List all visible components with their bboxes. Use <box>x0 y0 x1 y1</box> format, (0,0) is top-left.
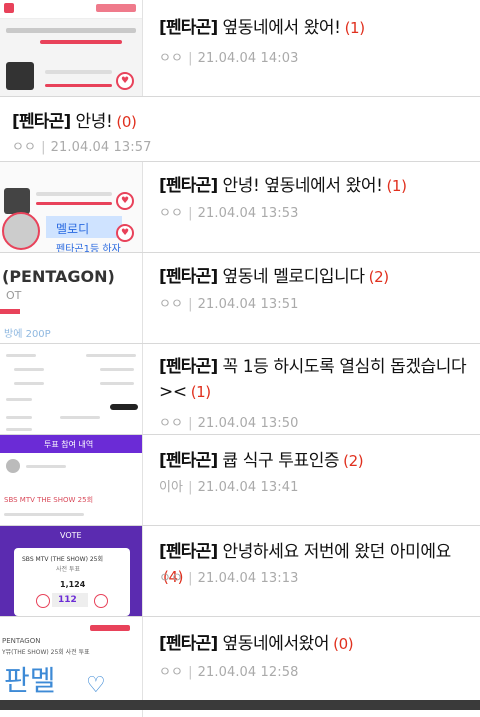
comment-count: (2) <box>368 268 389 286</box>
post-list: ♥ [펜타곤] 옆동네에서 왔어! (1) ㅇㅇ | 21.04.04 14:03 [… <box>0 0 480 717</box>
post-prefix: [펜타곤] <box>159 357 218 377</box>
post-date: 21.04.04 14:03 <box>197 51 299 66</box>
thumb-sub: OT <box>6 289 22 302</box>
post-prefix: [펜타곤] <box>159 176 218 196</box>
thumb-points: 방에 200P <box>4 329 51 340</box>
post-title-text: 안녕! <box>75 112 113 132</box>
post-prefix: [펜타곤] <box>159 634 218 654</box>
post-meta: ㅇㅇ | 21.04.04 13:13 <box>159 571 299 586</box>
comment-count: (1) <box>344 19 365 37</box>
post-author: 이아 <box>159 480 184 495</box>
post-thumbnail: (PENTAGON) OT 방에 200P <box>0 253 143 343</box>
post-title-text: 안녕하세요 저번에 왔던 아미에요 <box>222 542 451 562</box>
thumb-show: Y뮤(THE SHOW) 25회 사전 투표 <box>2 649 90 656</box>
post-row[interactable]: ♥ 멜로디 펜타곤1등 하자 ♥ [펜타곤] 안녕! 옆동네에서 왔어! (1) … <box>0 162 480 253</box>
thumb-group-name: (PENTAGON) <box>2 267 115 286</box>
post-meta: ㅇㅇ | 21.04.04 13:53 <box>159 206 299 221</box>
post-row[interactable]: [펜타곤] 꼭 1등 하시도록 열심히 돕겠습니다>< (1) ㅇㅇ | 21.04.… <box>0 344 480 435</box>
post-title-text: 안녕! 옆동네에서 왔어! <box>222 176 383 196</box>
post-meta: ㅇㅇ | 21.04.04 13:57 <box>12 140 152 155</box>
post-title[interactable]: [펜타곤] 옆동네 멜로디입니다 (2) <box>159 265 472 290</box>
thumb-item: SBS MTV THE SHOW 25회 <box>4 496 94 504</box>
post-title-text: 옆동네 멜로디입니다 <box>222 267 365 287</box>
post-thumbnail: ♥ 멜로디 펜타곤1등 하자 ♥ <box>0 162 143 252</box>
thumb-group: PENTAGON <box>2 637 41 645</box>
post-title[interactable]: [펜타곤] 옆동네에서왔어 (0) <box>159 632 472 657</box>
post-date: 21.04.04 13:53 <box>197 206 299 221</box>
post-meta: 이아 | 21.04.04 13:41 <box>159 480 299 495</box>
post-row[interactable]: [펜타곤] 안녕! (0) ㅇㅇ | 21.04.04 13:57 <box>0 97 480 162</box>
thumb-handwriting: 판멜 <box>4 664 56 697</box>
post-prefix: [펜타곤] <box>159 267 218 287</box>
sticker-text: 멜로디 <box>56 222 90 236</box>
thumb-header: 투표 참여 내역 <box>44 440 94 449</box>
post-row[interactable]: 투표 참여 내역 SBS MTV THE SHOW 25회 [펜타곤] 큡 식구… <box>0 435 480 526</box>
post-thumbnail: VOTE SBS MTV (THE SHOW) 25회 사전 투표 1,124 … <box>0 526 143 616</box>
post-prefix: [펜타곤] <box>159 451 218 471</box>
comment-count: (0) <box>116 113 137 131</box>
thumb-total: 1,124 <box>60 580 86 589</box>
post-author: ㅇㅇ <box>159 206 184 221</box>
post-date: 21.04.04 13:57 <box>50 140 152 155</box>
post-title-text: 옆동네에서왔어 <box>222 634 330 654</box>
post-title[interactable]: [펜타곤] 큡 식구 투표인증 (2) <box>159 449 472 474</box>
post-author: ㅇㅇ <box>159 571 184 586</box>
post-date: 21.04.04 12:58 <box>197 665 299 680</box>
post-row[interactable]: ♥ [펜타곤] 옆동네에서 왔어! (1) ㅇㅇ | 21.04.04 14:03 <box>0 0 480 97</box>
post-prefix: [펜타곤] <box>12 112 71 132</box>
post-title-text: 큡 식구 투표인증 <box>222 451 340 471</box>
post-row[interactable]: VOTE SBS MTV (THE SHOW) 25회 사전 투표 1,124 … <box>0 526 480 617</box>
post-meta: ㅇㅇ | 21.04.04 13:50 <box>159 416 299 431</box>
post-date: 21.04.04 13:50 <box>197 416 299 431</box>
post-prefix: [펜타곤] <box>159 542 218 562</box>
post-prefix: [펜타곤] <box>159 18 218 38</box>
sticker-text-2: 펜타곤1등 하자 <box>56 244 121 252</box>
comment-count: (2) <box>343 452 364 470</box>
comment-count: (0) <box>333 635 354 653</box>
comment-count: (1) <box>190 383 211 401</box>
post-thumbnail <box>0 344 143 434</box>
thumb-picked: 112 <box>58 595 77 605</box>
post-author: ㅇㅇ <box>159 297 184 312</box>
thumb-sub: 사전 투표 <box>56 566 80 573</box>
post-author: ㅇㅇ <box>159 665 184 680</box>
post-meta: ㅇㅇ | 21.04.04 14:03 <box>159 51 299 66</box>
post-meta: ㅇㅇ | 21.04.04 12:58 <box>159 665 299 680</box>
post-author: ㅇㅇ <box>159 416 184 431</box>
post-author: ㅇㅇ <box>12 140 37 155</box>
thumb-vote-label: VOTE <box>60 531 82 540</box>
bottom-bar <box>0 700 480 710</box>
comment-count: (1) <box>386 177 407 195</box>
post-title[interactable]: [펜타곤] 안녕! (0) <box>12 110 472 135</box>
post-date: 21.04.04 13:13 <box>197 571 299 586</box>
post-date: 21.04.04 13:51 <box>197 297 299 312</box>
post-date: 21.04.04 13:41 <box>197 480 299 495</box>
post-thumbnail: 투표 참여 내역 SBS MTV THE SHOW 25회 <box>0 435 143 525</box>
post-thumbnail: ♥ <box>0 0 143 96</box>
post-title-text: 옆동네에서 왔어! <box>222 18 341 38</box>
post-title[interactable]: [펜타곤] 꼭 1등 하시도록 열심히 돕겠습니다>< (1) <box>159 355 473 405</box>
heart-doodle-icon: ♡ <box>86 673 106 698</box>
post-row[interactable]: (PENTAGON) OT 방에 200P [펜타곤] 옆동네 멜로디입니다 (2… <box>0 253 480 344</box>
post-meta: ㅇㅇ | 21.04.04 13:51 <box>159 297 299 312</box>
post-author: ㅇㅇ <box>159 51 184 66</box>
post-title[interactable]: [펜타곤] 옆동네에서 왔어! (1) <box>159 16 472 41</box>
post-title[interactable]: [펜타곤] 안녕! 옆동네에서 왔어! (1) <box>159 174 472 199</box>
thumb-show: SBS MTV (THE SHOW) 25회 <box>22 556 103 563</box>
